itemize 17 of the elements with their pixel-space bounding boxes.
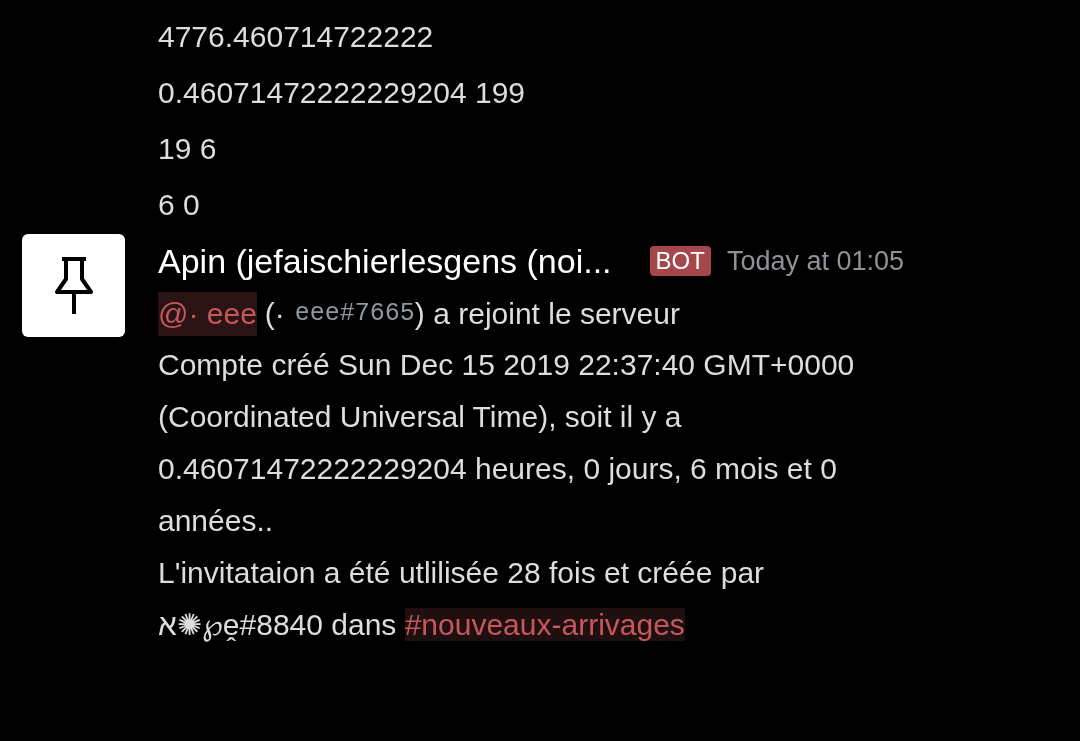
message-line: 6 0 — [158, 187, 200, 223]
user-tag-code: eee#7665 — [294, 298, 415, 328]
message-line: 4776.460714722222 — [158, 19, 434, 55]
join-text: ) a rejoint le serveur — [414, 296, 680, 332]
user-mention[interactable]: @· eee — [158, 292, 257, 336]
author-name[interactable]: Apin (jefaischierlesgens (noi... — [158, 233, 612, 289]
bot-tag: BOT — [649, 246, 711, 276]
message-line: 19 6 — [158, 131, 217, 167]
account-info-line: années.. — [158, 503, 274, 539]
message-timestamp: Today at 01:05 — [726, 245, 905, 278]
bot-avatar[interactable] — [22, 234, 125, 337]
message-line: 0.46071472222229204 199 — [158, 75, 526, 111]
join-text-start: (· — [264, 296, 285, 332]
account-info-line: 0.46071472222229204 heures, 0 jours, 6 mois et 0 — [158, 451, 837, 487]
account-info-line: (Coordinated Universal Time), soit il y a — [158, 399, 682, 435]
account-info-line: Compte créé Sun Dec 15 2019 22:37:40 GMT+0000 — [158, 347, 855, 383]
channel-link[interactable]: #nouveaux-arrivages — [404, 608, 685, 641]
